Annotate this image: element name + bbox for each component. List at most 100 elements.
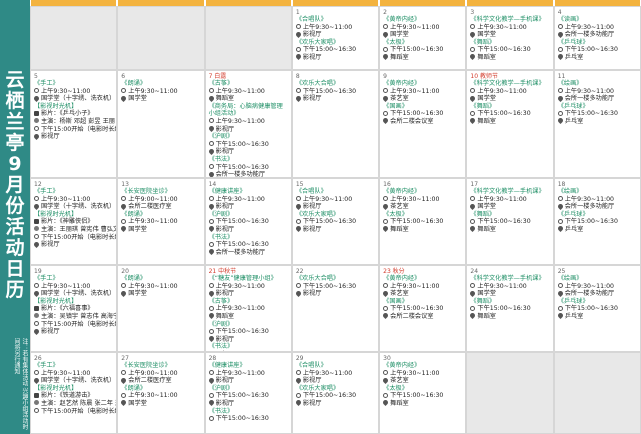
day-number: 18 bbox=[557, 181, 566, 188]
event-item[interactable]: 《绘画》 上午9:30~11:00 会所一楼多功能厅 bbox=[556, 80, 637, 103]
event-detail: 会所二楼医疗室 bbox=[120, 202, 200, 211]
event-item[interactable]: 《科学文化教学—手机课》 上午9:30~11:00 国学堂 bbox=[469, 80, 549, 103]
event-detail: 主演：杨斯 邓超 彭昱 王丽 bbox=[34, 118, 115, 126]
clock-icon bbox=[34, 196, 39, 202]
event-item[interactable]: 《读画》 上午9:30~11:00 会所一楼多功能厅 bbox=[556, 16, 637, 39]
event-item[interactable]: 《手工》 上午9:30~11:00 国学堂（十字绣、洗衣机） bbox=[32, 188, 115, 211]
event-title: 《沪剧》 bbox=[208, 133, 234, 141]
event-detail-text: 影视厅 bbox=[41, 328, 60, 336]
calendar-title: 云栖兰亭9月份活动日历 bbox=[5, 69, 25, 301]
empty-day-cell bbox=[204, 6, 292, 70]
event-item[interactable]: 《舞蹈》 下午15:00~16:30 舞蹈室 bbox=[469, 103, 549, 126]
event-detail-text: 上午9:30~11:00 bbox=[477, 87, 527, 95]
event-detail: 舞蹈室 bbox=[469, 225, 549, 234]
pin-icon bbox=[207, 399, 215, 407]
event-item[interactable]: 《书法》下午15:00~16:30会所一楼多功能厅 bbox=[207, 156, 288, 177]
event-detail: 影视厅 bbox=[294, 376, 375, 385]
event-item[interactable]: 《古筝》 上午9:30~11:00 舞蹈室 bbox=[207, 80, 288, 103]
event-item[interactable]: 《黄帝内经》 上午9:30~11:00 国学堂 bbox=[382, 16, 462, 39]
event-detail-text: 国学堂（十字绣、洗衣机） bbox=[41, 290, 116, 298]
event-item[interactable]: 《沪剧》 下午15:00~16:30 影视厅 bbox=[207, 133, 288, 156]
event-item[interactable]: 《绘画》 上午9:30~11:00 会所一楼多功能厅 bbox=[556, 275, 637, 298]
event-detail: 影视厅 bbox=[32, 240, 113, 249]
event-item[interactable]: 【影视时光机】影片：《铁道游击》主演：赵艺然 陈晨 张二年 郑宫军下午15:00… bbox=[34, 385, 116, 415]
event-item[interactable]: 《科学文化教学—手机课》 上午9:30~11:00 国学堂 bbox=[469, 16, 549, 39]
event-item[interactable]: 《古筝》 上午9:30~11:00 舞蹈室 bbox=[207, 298, 288, 321]
event-item[interactable]: 《朗诵》 上午9:30~11:00 国学堂 bbox=[120, 80, 200, 103]
event-item[interactable]: 《国画》 下午15:00~16:30 会所二楼会议室 bbox=[382, 103, 462, 126]
event-item[interactable]: 《长安医院坐诊》 上午9:00~11:00 会所二楼医疗室 bbox=[120, 188, 200, 211]
event-item[interactable]: 《朗诵》 上午9:30~11:00 国学堂 bbox=[120, 385, 200, 408]
day-cell: 29 《合唱队》 上午9:30~11:00 影视厅 《欢乐大家唱》 下午15:00~16:… bbox=[291, 352, 380, 434]
event-item[interactable]: 《科学文化教学—手机课》 上午9:30~11:00 国学堂 bbox=[469, 188, 549, 211]
event-item[interactable]: 《黄帝内经》 上午9:30~11:00 茶艺室 bbox=[382, 80, 462, 103]
event-item[interactable]: 《科学文化教学—手机课》 上午9:30~11:00 国学堂 bbox=[469, 275, 549, 298]
event-item[interactable]: 《欢乐大合唱》 下午15:00~16:30 影视厅 bbox=[294, 80, 375, 103]
event-item[interactable]: 《欢乐大家唱》 下午15:00~16:30 影视厅 bbox=[294, 39, 375, 62]
event-item[interactable]: 【影视时光机】 影片：《乒乓小子》 主演：杨斯 邓超 彭昱 王丽 下午15:00开始（… bbox=[32, 103, 116, 141]
event-detail: 影片：《六福喜事》 bbox=[34, 305, 113, 313]
event-item[interactable]: 《沪剧》 下午15:00~16:30 影视厅 bbox=[207, 385, 288, 408]
event-item[interactable]: 《长安医院坐诊》 上午9:00~11:00 会所二楼医疗室 bbox=[120, 362, 200, 385]
clock-icon bbox=[557, 305, 563, 311]
event-item[interactable]: 《国画》 下午15:00~16:30 会所二楼会议室 bbox=[382, 298, 462, 321]
event-item[interactable]: 《书法》下午15:00~16:30会所一楼多功能厅 bbox=[207, 234, 288, 257]
event-detail-text: 上午9:30~11:00 bbox=[564, 282, 614, 290]
event-item[interactable]: 《书法》 下午15:00~16:30 bbox=[208, 408, 288, 423]
event-item[interactable]: 《黄帝内经》 上午9:30~11:00 茶艺室 bbox=[382, 275, 462, 298]
event-item[interactable]: 《健康讲座》 上午9:30~11:00 影视厅 bbox=[207, 188, 288, 211]
event-item[interactable]: 《黄帝内经》 上午9:30~11:00 茶艺室 bbox=[382, 362, 462, 385]
event-detail: 上午9:30~11:00 bbox=[121, 392, 200, 400]
event-item[interactable]: 《手工》 上午9:30~11:00 国学堂（十字绣、洗衣机） bbox=[32, 80, 115, 103]
event-item[interactable]: 《乒乓球》 下午15:00~16:30 乒乓室 bbox=[556, 103, 637, 126]
clock-icon bbox=[295, 46, 301, 52]
event-item[interactable]: 《书法》下午15:00~16:30会所一楼多功能厅 bbox=[209, 343, 288, 351]
event-detail: 国学堂 bbox=[120, 225, 200, 234]
pin-icon bbox=[382, 225, 390, 233]
clock-icon bbox=[34, 283, 39, 289]
event-item[interactable]: 《舞蹈》 下午15:00~16:30 舞蹈室 bbox=[469, 211, 549, 234]
event-item[interactable]: 《欢乐大家唱》 下午15:00~16:30 影视厅 bbox=[294, 211, 375, 234]
event-item[interactable]: 《欢乐大家唱》 下午15:00~16:30 影视厅 bbox=[294, 385, 375, 408]
event-item[interactable]: 《手工》 上午9:30~11:00 国学堂（十字绣、洗衣机） bbox=[32, 275, 116, 298]
day-cell: 9 《黄帝内经》 上午9:30~11:00 茶艺室 《国画》 下午15:00~16:30 会… bbox=[379, 70, 467, 178]
event-item[interactable]: 《欢乐大合唱》 下午15:00~16:30 影视厅 bbox=[294, 275, 375, 298]
event-item[interactable]: 《乒乓球》 下午15:00~16:30 乒乓室 bbox=[556, 298, 637, 321]
event-item[interactable]: 《太极》 下午15:00~16:30 舞蹈室 bbox=[382, 385, 462, 408]
event-detail-text: 茶艺室 bbox=[390, 377, 409, 385]
event-item[interactable]: 《健康讲座》 上午9:30~11:00 影视厅 bbox=[207, 362, 288, 385]
event-item[interactable]: 《沪剧》 下午15:00~16:30 影视厅 bbox=[207, 211, 288, 234]
event-item[interactable]: 《乒乓球》 下午15:00~16:30 乒乓室 bbox=[556, 39, 637, 62]
event-item[interactable]: 《合唱队》 上午9:30~11:00 影视厅 bbox=[294, 362, 375, 385]
event-item[interactable]: 《绘画》 上午9:30~11:00 会所一楼多功能厅 bbox=[556, 188, 637, 211]
event-item[interactable]: 《朗诵》 上午9:30~11:00 国学堂 bbox=[120, 211, 200, 234]
event-item[interactable]: 《太极》 下午15:00~16:30 舞蹈室 bbox=[382, 39, 462, 62]
event-detail: 上午9:30~11:00 bbox=[121, 218, 200, 226]
event-item[interactable]: 《商务局：心脑病健康管理小组活动》 上午9:30~11:00 影视厅 bbox=[207, 103, 288, 133]
event-item[interactable]: 《沪剧》 下午15:00~16:30 影视厅 bbox=[207, 321, 288, 344]
event-detail-text: 会所二楼医疗室 bbox=[128, 377, 172, 385]
event-item[interactable]: 《朗诵》 上午9:30~11:00 国学堂 bbox=[120, 275, 200, 298]
event-detail-text: 国学堂 bbox=[477, 95, 496, 103]
event-detail-text: 主演：王丽琪 曾宪伟 曹弘文 戚丽 bbox=[41, 225, 116, 233]
clock-icon bbox=[557, 110, 563, 116]
event-detail-text: 上午9:30~11:00 bbox=[128, 392, 178, 400]
event-item[interactable]: 《合唱队》 上午9:30~11:00 影视厅 bbox=[294, 16, 375, 39]
event-item[interactable]: 【影视时光机】影片：《六福喜事》主演：吴镇宇 曾志伟 高海宁 刘中敏下午15:0… bbox=[32, 298, 116, 336]
event-item[interactable]: 《舞蹈》 下午15:00~16:30 舞蹈室 bbox=[469, 298, 549, 321]
event-item[interactable]: 《黄帝内经》 上午9:30~11:00 茶艺室 bbox=[382, 188, 462, 211]
event-detail-text: 上午9:30~11:00 bbox=[302, 195, 353, 203]
day-cell: 25 《绘画》 上午9:30~11:00 会所一楼多功能厅 《乒乓球》 下午15:00~1… bbox=[553, 265, 641, 352]
pin-icon bbox=[469, 53, 477, 61]
event-item[interactable]: 《太极》 下午15:00~16:30 舞蹈室 bbox=[382, 211, 462, 234]
event-title: 《健康讲座》 bbox=[208, 362, 246, 369]
clock-icon bbox=[34, 408, 39, 414]
pin-icon bbox=[120, 399, 128, 407]
event-item[interactable]: 《“糖友”健康管理小组》 上午9:30~11:00 影视厅 bbox=[207, 275, 288, 298]
event-item[interactable]: 《手工》 上午9:30~11:00 国学堂（十字绣、洗衣机） bbox=[32, 362, 115, 385]
event-item[interactable]: 《合唱队》 上午9:30~11:00 影视厅 bbox=[294, 188, 375, 211]
event-item[interactable]: 【影视时光机】影片：《神雕侠侣》主演：王丽琪 曾宪伟 曹弘文 戚丽下午15:00… bbox=[32, 211, 116, 249]
event-item[interactable]: 《舞蹈》 下午15:00~16:30 舞蹈室 bbox=[469, 39, 549, 62]
event-item[interactable]: 《乒乓球》 下午15:00~16:30 乒乓室 bbox=[556, 211, 637, 234]
event-detail: 主演：吴镇宇 曾志伟 高海宁 刘中敏 bbox=[34, 313, 116, 321]
